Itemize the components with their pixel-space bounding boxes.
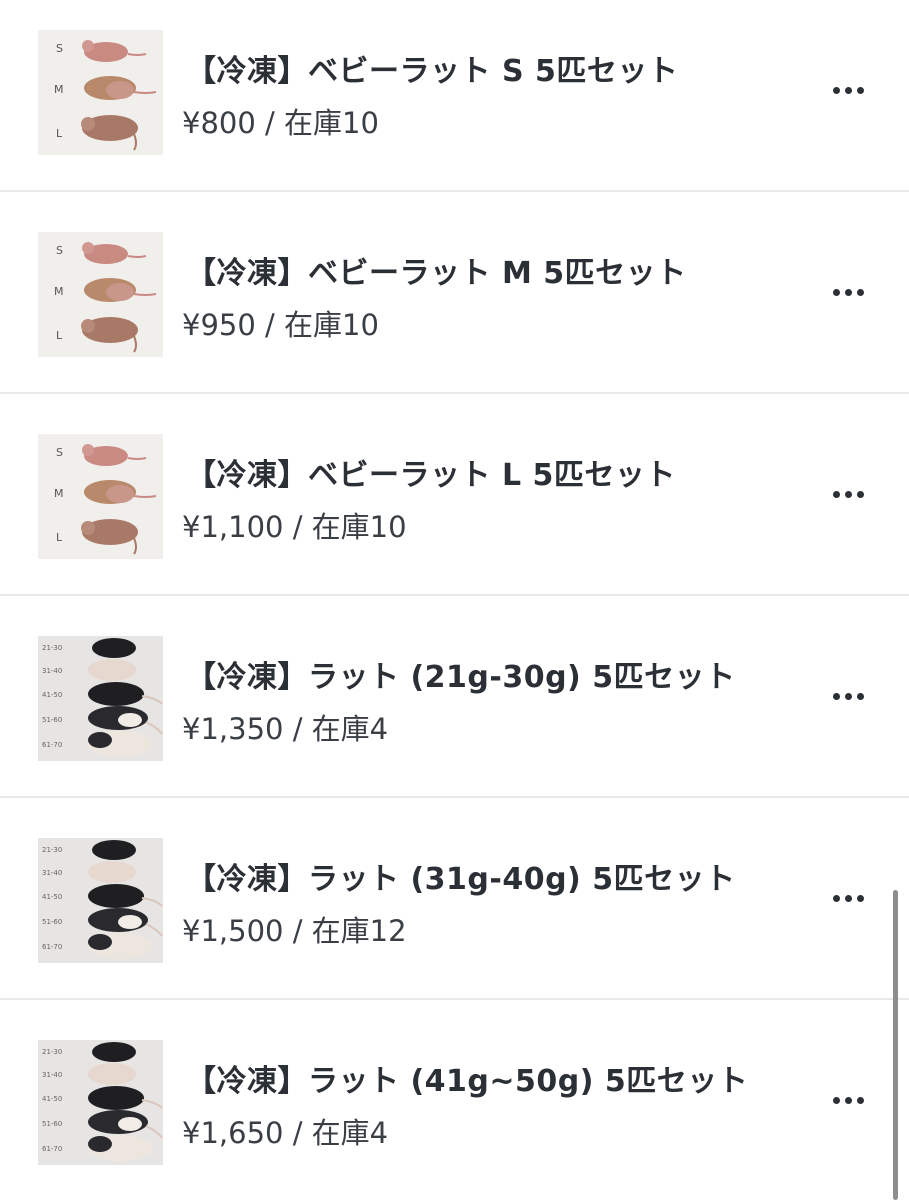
thumb-label: 41-50 [42, 691, 62, 699]
thumb-label: 51-60 [42, 1120, 62, 1128]
product-title[interactable]: 【冷凍】ラット (41g~50g) 5匹セット [186, 1056, 748, 1100]
product-thumbnail[interactable]: 21-30 31-40 41-50 51-60 61-70 [38, 1040, 163, 1165]
thumb-label: M [54, 83, 64, 96]
thumb-label: S [56, 244, 63, 257]
thumb-label: 31-40 [42, 869, 62, 877]
thumb-label: L [56, 531, 63, 544]
thumb-label: 21-30 [42, 644, 62, 652]
more-options-icon[interactable] [822, 678, 874, 714]
product-title[interactable]: 【冷凍】ラット (31g-40g) 5匹セット [186, 854, 736, 898]
product-row[interactable]: S M L 【冷凍】ベビーラット S 5匹セット ¥800 / 在庫10 [0, 0, 909, 192]
product-thumbnail[interactable]: S M L [38, 232, 163, 357]
product-row[interactable]: 21-30 31-40 41-50 51-60 61-70 【冷凍】ラット (4… [0, 1000, 909, 1202]
thumb-label: 61-70 [42, 943, 62, 951]
more-options-icon[interactable] [822, 476, 874, 512]
product-price-stock: ¥1,100 / 在庫10 [182, 510, 407, 544]
thumb-label: L [56, 329, 63, 342]
thumb-label: 21-30 [42, 846, 62, 854]
product-thumbnail[interactable]: 21-30 31-40 41-50 51-60 61-70 [38, 636, 163, 761]
product-price-stock: ¥800 / 在庫10 [182, 106, 379, 140]
rat-weight-photo: 21-30 31-40 41-50 51-60 61-70 [38, 1040, 163, 1165]
product-row[interactable]: S M L 【冷凍】ベビーラット M 5匹セット ¥950 / 在庫10 [0, 192, 909, 394]
thumb-label: M [54, 487, 64, 500]
vertical-scrollbar[interactable] [893, 890, 898, 1200]
product-title[interactable]: 【冷凍】ベビーラット L 5匹セット [186, 450, 676, 494]
product-row[interactable]: S M L 【冷凍】ベビーラット L 5匹セット ¥1,100 / 在庫10 [0, 394, 909, 596]
more-options-icon[interactable] [822, 880, 874, 916]
product-title[interactable]: 【冷凍】ベビーラット M 5匹セット [186, 248, 687, 292]
thumb-label: 31-40 [42, 667, 62, 675]
thumb-label: 61-70 [42, 1145, 62, 1153]
product-thumbnail[interactable]: S M L [38, 30, 163, 155]
thumb-label: 41-50 [42, 893, 62, 901]
product-thumbnail[interactable]: S M L [38, 434, 163, 559]
thumb-label: S [56, 42, 63, 55]
more-options-icon[interactable] [822, 274, 874, 310]
baby-rat-photo: S M L [38, 434, 163, 559]
rat-weight-photo: 21-30 31-40 41-50 51-60 61-70 [38, 838, 163, 963]
thumb-label: 61-70 [42, 741, 62, 749]
thumb-label: 51-60 [42, 918, 62, 926]
product-title[interactable]: 【冷凍】ベビーラット S 5匹セット [186, 46, 678, 90]
thumb-label: 21-30 [42, 1048, 62, 1056]
baby-rat-photo: S M L [38, 232, 163, 357]
product-price-stock: ¥1,500 / 在庫12 [182, 914, 407, 948]
thumb-label: S [56, 446, 63, 459]
thumb-label: 51-60 [42, 716, 62, 724]
product-price-stock: ¥1,350 / 在庫4 [182, 712, 389, 746]
thumb-label: M [54, 285, 64, 298]
product-title[interactable]: 【冷凍】ラット (21g-30g) 5匹セット [186, 652, 736, 696]
thumb-label: 31-40 [42, 1071, 62, 1079]
product-thumbnail[interactable]: 21-30 31-40 41-50 51-60 61-70 [38, 838, 163, 963]
product-row[interactable]: 21-30 31-40 41-50 51-60 61-70 【冷凍】ラット (3… [0, 798, 909, 1000]
product-row[interactable]: 21-30 31-40 41-50 51-60 61-70 【冷凍】ラット (2… [0, 596, 909, 798]
baby-rat-photo: S M L [38, 30, 163, 155]
product-price-stock: ¥950 / 在庫10 [182, 308, 379, 342]
thumb-label: L [56, 127, 63, 140]
more-options-icon[interactable] [822, 72, 874, 108]
product-price-stock: ¥1,650 / 在庫4 [182, 1116, 389, 1150]
more-options-icon[interactable] [822, 1082, 874, 1118]
rat-weight-photo: 21-30 31-40 41-50 51-60 61-70 [38, 636, 163, 761]
thumb-label: 41-50 [42, 1095, 62, 1103]
product-list: S M L 【冷凍】ベビーラット S 5匹セット ¥800 / 在庫10 S M… [0, 0, 909, 1202]
